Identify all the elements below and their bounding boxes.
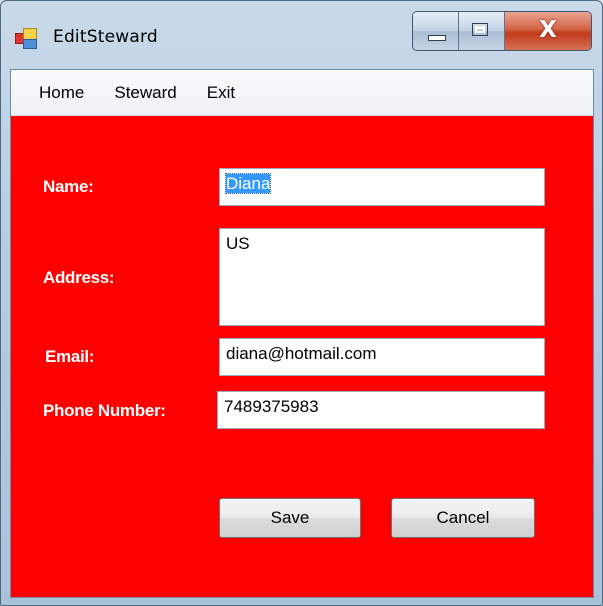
close-button[interactable]: X [505, 12, 591, 50]
window-title: EditSteward [53, 27, 158, 47]
minimize-icon [428, 35, 446, 41]
menu-item-steward[interactable]: Steward [100, 83, 192, 103]
menu-item-home[interactable]: Home [25, 83, 100, 103]
name-label: Name: [43, 177, 94, 196]
edit-steward-window: EditSteward X Home Steward Exit Name: Di… [0, 0, 603, 606]
address-value: US [226, 234, 250, 253]
minimize-button[interactable] [413, 12, 459, 50]
app-icon [15, 27, 37, 49]
caption-buttons: X [412, 11, 592, 51]
phone-value: 7489375983 [224, 397, 319, 416]
name-field[interactable]: Diana [219, 168, 545, 206]
cancel-button[interactable]: Cancel [391, 498, 535, 538]
address-label: Address: [43, 268, 115, 287]
email-field[interactable]: diana@hotmail.com [219, 338, 545, 376]
email-value: diana@hotmail.com [226, 344, 377, 363]
email-label: Email: [45, 347, 95, 366]
name-value: Diana [224, 173, 272, 194]
menu-bar: Home Steward Exit [11, 70, 593, 116]
phone-label: Phone Number: [43, 401, 166, 420]
close-icon: X [539, 17, 557, 43]
save-button[interactable]: Save [219, 498, 361, 538]
title-bar[interactable]: EditSteward X [1, 1, 602, 69]
menu-item-exit[interactable]: Exit [193, 83, 251, 103]
phone-field[interactable]: 7489375983 [217, 391, 545, 429]
form-client-area: Home Steward Exit Name: Diana Address: U… [10, 69, 594, 598]
maximize-icon [472, 23, 488, 36]
maximize-button[interactable] [459, 12, 505, 50]
address-field[interactable]: US [219, 228, 545, 326]
